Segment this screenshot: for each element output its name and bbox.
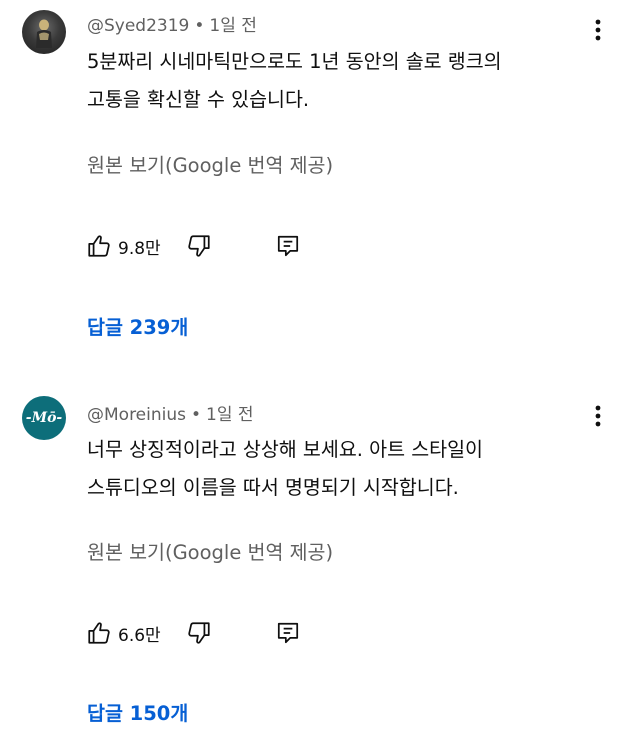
comment-actions: 6.6만 bbox=[86, 618, 346, 648]
thumbs-down-icon bbox=[188, 622, 210, 644]
more-vert-icon bbox=[595, 19, 601, 41]
replies-toggle[interactable]: 답글 150개 bbox=[87, 697, 188, 726]
author-name[interactable]: @Syed2319 bbox=[87, 16, 189, 36]
like-count: 9.8만 bbox=[118, 238, 161, 259]
avatar-moreinius[interactable]: -Mō- bbox=[22, 396, 66, 440]
thumbs-up-icon bbox=[88, 622, 110, 644]
like-button[interactable]: 6.6만 bbox=[86, 618, 161, 648]
person-silhouette-icon bbox=[36, 19, 52, 48]
comment-text-line: 5분짜리 시네마틱만으로도 1년 동안의 솔로 랭크의 bbox=[87, 50, 502, 73]
comment-text: 5분짜리 시네마틱만으로도 1년 동안의 솔로 랭크의 고통을 확신할 수 있습… bbox=[87, 43, 587, 119]
see-original-link[interactable]: 원본 보기(Google 번역 제공) bbox=[87, 149, 333, 178]
author-name[interactable]: @Moreinius bbox=[87, 405, 186, 425]
comment-text-line: 너무 상징적이라고 상상해 보세요. 아트 스타일이 bbox=[87, 438, 483, 461]
more-options-button[interactable] bbox=[586, 15, 610, 45]
like-count: 6.6만 bbox=[118, 625, 161, 646]
comment-2: -Mō- @Moreinius • 1일 전 너무 상징적이라고 상상해 보세요. … bbox=[0, 388, 640, 751]
reply-icon bbox=[277, 622, 299, 644]
comment-meta: @Moreinius • 1일 전 bbox=[87, 400, 254, 425]
replies-label: 답글 150개 bbox=[87, 702, 189, 725]
comment-meta: @Syed2319 • 1일 전 bbox=[87, 11, 257, 36]
more-options-button[interactable] bbox=[586, 401, 610, 431]
meta-separator: • bbox=[194, 16, 205, 36]
dislike-button[interactable] bbox=[186, 618, 212, 648]
comment-text-line: 고통을 확신할 수 있습니다. bbox=[87, 88, 310, 111]
meta-separator: • bbox=[191, 405, 202, 425]
avatar-logo-text: -Mō- bbox=[25, 410, 63, 426]
comment-text: 너무 상징적이라고 상상해 보세요. 아트 스타일이 스튜디오의 이름을 따서 … bbox=[87, 431, 587, 507]
comment-actions: 9.8만 bbox=[86, 231, 346, 261]
more-vert-icon bbox=[595, 405, 601, 427]
reply-button[interactable] bbox=[275, 618, 301, 648]
comment-1: @Syed2319 • 1일 전 5분짜리 시네마틱만으로도 1년 동안의 솔로 랭… bbox=[0, 0, 640, 360]
replies-label: 답글 239개 bbox=[87, 316, 189, 339]
reply-icon bbox=[277, 235, 299, 257]
thumbs-up-icon bbox=[88, 235, 110, 257]
comment-time: 1일 전 bbox=[206, 405, 254, 425]
replies-toggle[interactable]: 답글 239개 bbox=[87, 311, 188, 340]
avatar-syed2319[interactable] bbox=[22, 10, 66, 54]
thumbs-down-icon bbox=[188, 235, 210, 257]
dislike-button[interactable] bbox=[186, 231, 212, 261]
comment-text-line: 스튜디오의 이름을 따서 명명되기 시작합니다. bbox=[87, 476, 459, 499]
reply-button[interactable] bbox=[275, 231, 301, 261]
see-original-link[interactable]: 원본 보기(Google 번역 제공) bbox=[87, 536, 333, 565]
like-button[interactable]: 9.8만 bbox=[86, 231, 161, 261]
comment-time: 1일 전 bbox=[209, 16, 257, 36]
